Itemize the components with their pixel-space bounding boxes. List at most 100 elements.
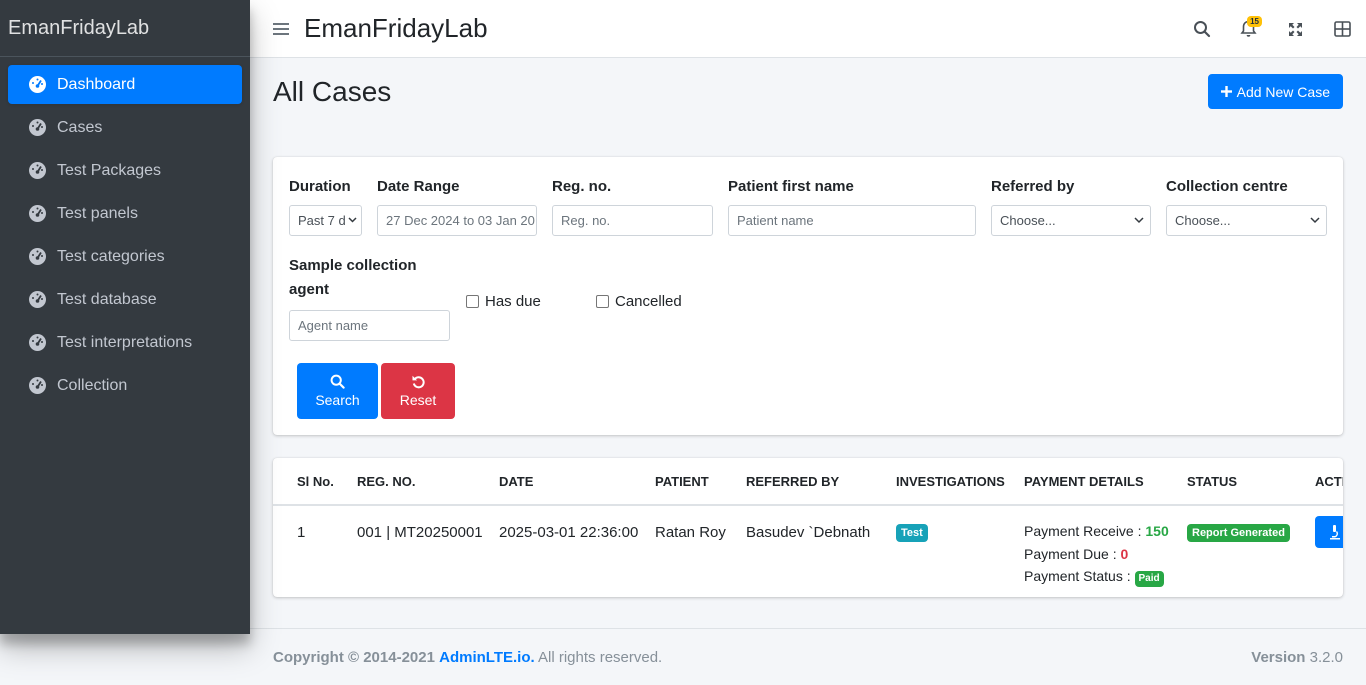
reset-button-label: Reset (399, 392, 437, 408)
version-value: 3.2.0 (1305, 649, 1343, 666)
version-label: Version (1251, 649, 1306, 666)
fullscreen-icon[interactable] (1272, 9, 1319, 49)
brand-title[interactable]: EmanFridayLab (0, 0, 250, 57)
payment-receive-value: 150 (1145, 523, 1169, 539)
sidebar-item-label: Test database (57, 290, 157, 308)
report-action-button[interactable] (1315, 516, 1343, 548)
reset-button[interactable]: Reset (381, 363, 455, 419)
sidebar-item-test-interpretations[interactable]: Test interpretations (8, 323, 242, 362)
col-payment-details: PAYMENT DETAILS (1024, 474, 1144, 489)
chevron-down-icon (1310, 217, 1320, 224)
cases-table-card: Sl No. REG. NO. DATE PATIENT REFERRED BY… (273, 458, 1343, 597)
cancelled-box[interactable] (596, 295, 609, 308)
notifications-badge: 15 (1247, 16, 1262, 27)
referred-by-label: Referred by (991, 178, 1075, 195)
referred-by-select[interactable]: Choose... (991, 205, 1151, 236)
tachometer-icon (28, 247, 48, 267)
page-title: All Cases (273, 76, 392, 107)
sidebar-item-label: Test Packages (57, 161, 162, 179)
top-navbar: EmanFridayLab 15 (250, 0, 1366, 58)
col-status: STATUS (1187, 474, 1238, 489)
agent-name-input[interactable]: Agent name (289, 310, 450, 341)
collection-centre-label: Collection centre (1166, 178, 1288, 195)
chevron-down-icon (348, 217, 357, 223)
reg-no-label: Reg. no. (552, 178, 612, 195)
sidebar-item-label: Test categories (57, 247, 165, 265)
has-due-checkbox[interactable]: Has due (466, 293, 541, 310)
table-header: Sl No. REG. NO. DATE PATIENT REFERRED BY… (273, 458, 1343, 506)
cell-referred-by: Basudev `Debnath (746, 524, 871, 541)
payment-due-label: Payment Due : (1024, 545, 1117, 562)
collection-centre-select[interactable]: Choose... (1166, 205, 1327, 236)
search-icon[interactable] (1178, 9, 1225, 49)
payment-due-value: 0 (1120, 545, 1129, 562)
filter-card: Duration Past 7 d Date Range 27 Dec 2024… (273, 157, 1343, 435)
sidebar-item-cases[interactable]: Cases (8, 108, 242, 147)
control-sidebar-grid-icon[interactable] (1319, 9, 1366, 49)
collection-centre-value: Choose... (1175, 213, 1231, 228)
cell-date: 2025-03-01 22:36:00 (499, 524, 639, 541)
cancelled-checkbox[interactable]: Cancelled (596, 293, 682, 310)
has-due-box[interactable] (466, 295, 479, 308)
investigation-badge[interactable]: Test (896, 524, 928, 542)
sidebar-item-test-categories[interactable]: Test categories (8, 237, 242, 276)
cancelled-label: Cancelled (615, 293, 682, 310)
tachometer-icon (28, 75, 48, 95)
tachometer-icon (28, 118, 48, 138)
tachometer-icon (28, 161, 48, 181)
duration-select[interactable]: Past 7 d (289, 205, 362, 236)
has-due-label: Has due (485, 293, 541, 310)
date-range-input[interactable]: 27 Dec 2024 to 03 Jan 20 (377, 205, 537, 236)
col-referred-by: REFERRED BY (746, 474, 840, 489)
col-date: DATE (499, 474, 534, 489)
main-content: All Cases Add New Case Duration Past 7 d… (250, 58, 1366, 685)
copyright-text: Copyright © 2014-2021 (273, 649, 435, 666)
undo-icon (412, 375, 425, 389)
add-new-case-button[interactable]: Add New Case (1207, 74, 1343, 109)
patient-name-label: Patient first name (728, 178, 854, 195)
date-range-label: Date Range (377, 178, 460, 195)
add-new-case-label: Add New Case (1236, 83, 1330, 100)
plus-icon (1220, 86, 1232, 97)
payment-status-badge: Paid (1134, 571, 1164, 587)
col-investigations: INVESTIGATIONS (896, 474, 1005, 489)
status-badge: Report Generated (1187, 524, 1290, 542)
menu-toggle-icon[interactable] (273, 22, 289, 35)
duration-label: Duration (289, 178, 351, 195)
tachometer-icon (28, 376, 48, 396)
rights-text: All rights reserved. (534, 649, 663, 666)
sidebar-item-label: Test panels (57, 204, 138, 222)
search-button[interactable]: Search (297, 363, 378, 419)
cell-sl: 1 (297, 524, 306, 541)
sidebar-item-label: Dashboard (57, 75, 136, 93)
sidebar-item-dashboard[interactable]: Dashboard (8, 65, 242, 104)
payment-details: Payment Receive : 150 Payment Due : 0 Pa… (1024, 520, 1169, 588)
notifications-bell-icon[interactable]: 15 (1225, 9, 1272, 49)
tachometer-icon (28, 333, 48, 353)
tachometer-icon (28, 204, 48, 224)
cell-reg-no: 001 | MT20250001 (357, 524, 483, 541)
payment-status-label: Payment Status : (1024, 568, 1131, 584)
sidebar: EmanFridayLab Dashboard Cases Test Package… (0, 0, 250, 634)
sidebar-nav: Dashboard Cases Test Packages Test panels Te… (0, 57, 250, 417)
cell-patient: Ratan Roy (655, 524, 726, 541)
search-icon (330, 374, 345, 389)
sidebar-item-collection[interactable]: Collection (8, 366, 242, 405)
agent-label-line1: Sample collection (289, 257, 417, 274)
referred-by-value: Choose... (1000, 213, 1056, 228)
sidebar-item-test-packages[interactable]: Test Packages (8, 151, 242, 190)
agent-label-line2: agent (289, 281, 330, 298)
reg-no-input[interactable]: Reg. no. (552, 205, 713, 236)
patient-name-input[interactable]: Patient name (728, 205, 976, 236)
app-title: EmanFridayLab (304, 13, 488, 43)
adminlte-link[interactable]: AdminLTE.io. (439, 649, 535, 666)
sidebar-item-label: Test interpretations (57, 333, 193, 351)
sidebar-item-test-panels[interactable]: Test panels (8, 194, 242, 233)
col-reg-no: REG. NO. (357, 474, 416, 489)
chevron-down-icon (1134, 217, 1144, 224)
sidebar-item-label: Cases (57, 118, 103, 136)
col-sl-no: Sl No. (297, 474, 334, 489)
search-button-label: Search (315, 392, 360, 408)
duration-value: Past 7 d (298, 213, 346, 228)
sidebar-item-test-database[interactable]: Test database (8, 280, 242, 319)
